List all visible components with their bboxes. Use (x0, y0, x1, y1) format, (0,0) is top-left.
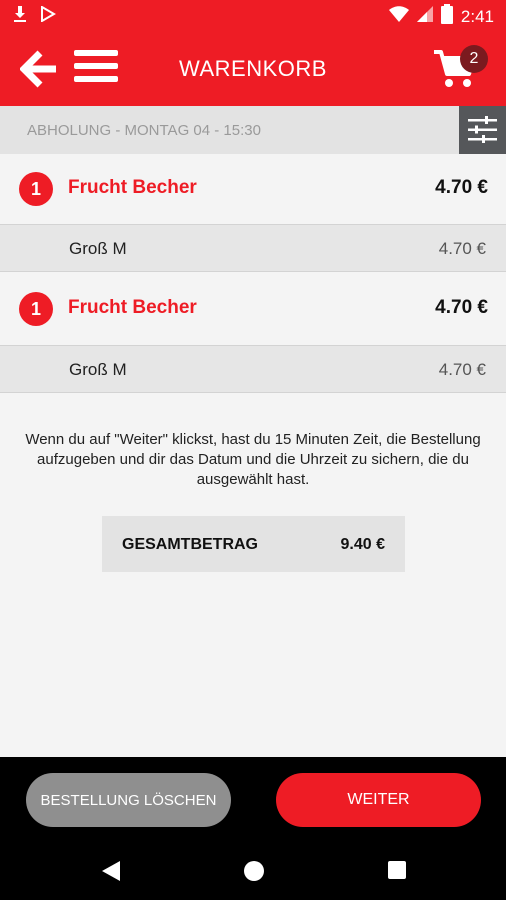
item-price: 4.70 € (435, 297, 488, 318)
nav-back-icon[interactable] (101, 860, 121, 887)
battery-icon (440, 4, 453, 29)
quantity-badge: 1 (19, 172, 53, 206)
option-price: 4.70 € (438, 360, 486, 379)
status-bar: 2:41 (0, 0, 506, 32)
total-box: GESAMTBETRAG 9.40 € (102, 516, 405, 572)
pickup-bar: ABHOLUNG - MONTAG 04 - 15:30 (0, 106, 506, 154)
wifi-icon (388, 6, 409, 27)
item-option-row: Groß M 4.70 € (0, 345, 506, 393)
filter-button[interactable] (459, 106, 506, 154)
cart-item[interactable]: 1 Frucht Becher 4.70 € (0, 154, 506, 226)
nav-home-icon[interactable] (243, 860, 265, 887)
signal-icon (416, 6, 433, 27)
delete-order-button[interactable]: BESTELLUNG LÖSCHEN (26, 773, 231, 827)
app-bar: WARENKORB 2 (0, 32, 506, 106)
option-label: Groß M (69, 360, 127, 379)
total-label: GESAMTBETRAG (122, 536, 258, 553)
system-nav-bar (0, 842, 506, 900)
filter-icon (468, 116, 497, 143)
total-value: 9.40 € (340, 536, 385, 553)
cart-count-badge: 2 (460, 45, 488, 73)
option-label: Groß M (69, 239, 127, 258)
cart-item[interactable]: 1 Frucht Becher 4.70 € (0, 274, 506, 346)
item-name: Frucht Becher (68, 297, 197, 318)
quantity-badge: 1 (19, 292, 53, 326)
page-title: WARENKORB (179, 56, 327, 81)
nav-recents-icon[interactable] (387, 860, 407, 885)
status-time: 2:41 (460, 6, 494, 26)
item-option-row: Groß M 4.70 € (0, 224, 506, 272)
next-button[interactable]: WEITER (276, 773, 481, 827)
option-price: 4.70 € (438, 239, 486, 258)
pickup-info: ABHOLUNG - MONTAG 04 - 15:30 (27, 122, 261, 139)
item-name: Frucht Becher (68, 177, 197, 198)
play-store-icon (40, 5, 56, 27)
checkout-notice: Wenn du auf "Weiter" klickst, hast du 15… (25, 431, 481, 488)
download-icon (14, 6, 26, 27)
action-bar: BESTELLUNG LÖSCHEN WEITER (0, 757, 506, 842)
item-price: 4.70 € (435, 177, 488, 198)
